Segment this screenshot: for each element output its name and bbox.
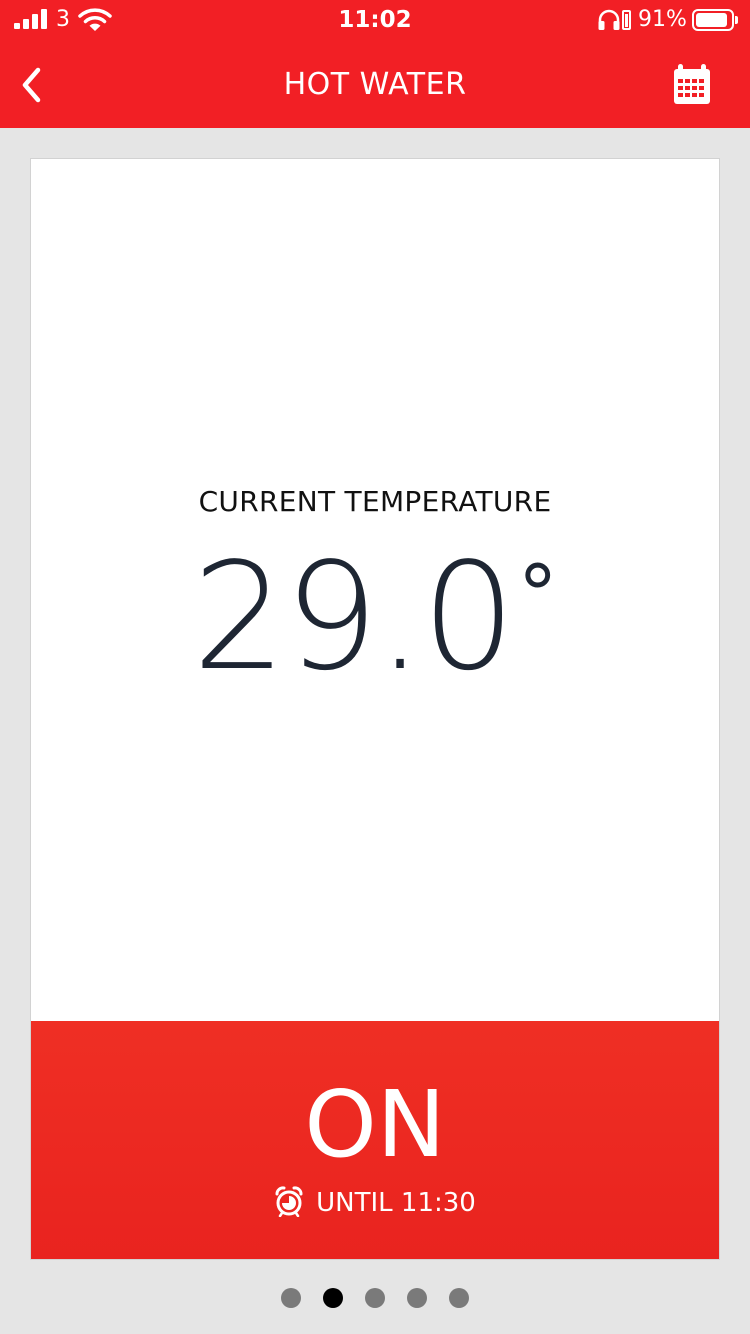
app-header: 3 11:02 91% HOT WATER bbox=[0, 0, 750, 128]
until-time-row: UNTIL 11:30 bbox=[31, 1183, 719, 1223]
page-indicator bbox=[0, 1288, 750, 1308]
temperature-number: 29.0 bbox=[192, 531, 516, 703]
status-bar: 3 11:02 91% bbox=[0, 0, 750, 40]
page-dot-3[interactable] bbox=[365, 1288, 385, 1308]
battery-tip bbox=[735, 16, 738, 24]
battery-percent: 91% bbox=[638, 7, 687, 32]
page-dot-1[interactable] bbox=[281, 1288, 301, 1308]
page-dot-4[interactable] bbox=[407, 1288, 427, 1308]
current-temperature-value: 29.0° bbox=[31, 537, 719, 743]
battery-level-fill bbox=[696, 13, 727, 27]
page-dot-5[interactable] bbox=[449, 1288, 469, 1308]
navigation-bar: HOT WATER bbox=[0, 40, 750, 128]
charging-indicator-icon bbox=[622, 10, 631, 30]
headphones-icon bbox=[598, 9, 620, 30]
page-dot-2[interactable] bbox=[323, 1288, 343, 1308]
battery-icon bbox=[692, 9, 734, 31]
alarm-clock-icon bbox=[275, 1185, 303, 1217]
hot-water-state: ON bbox=[304, 1071, 446, 1178]
hot-water-toggle-panel[interactable]: ON UNTIL 11:30 bbox=[31, 1021, 719, 1259]
calendar-icon bbox=[674, 64, 710, 104]
hot-water-card: CURRENT TEMPERATURE 29.0° ON UNTIL 11:30 bbox=[30, 158, 720, 1260]
current-temperature-label: CURRENT TEMPERATURE bbox=[198, 485, 552, 518]
schedule-button[interactable] bbox=[672, 62, 714, 106]
page-title: HOT WATER bbox=[283, 67, 467, 102]
degree-symbol: ° bbox=[517, 548, 558, 641]
until-time-label: UNTIL 11:30 bbox=[316, 1188, 476, 1218]
